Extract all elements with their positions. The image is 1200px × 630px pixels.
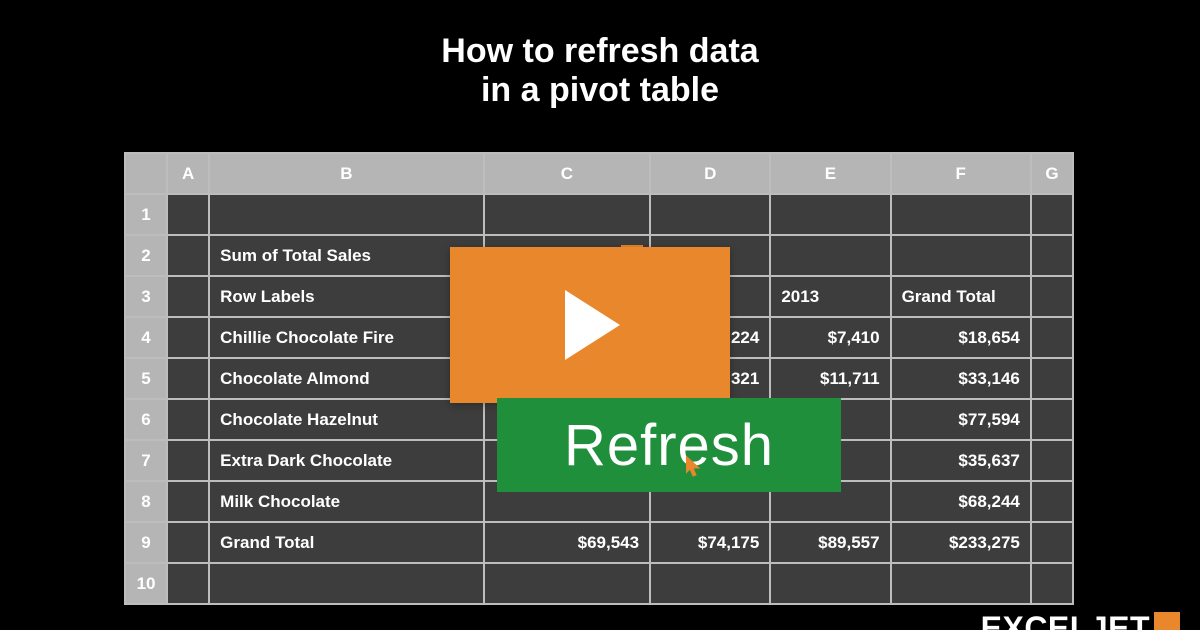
- cell[interactable]: [1031, 358, 1073, 399]
- product-label[interactable]: Extra Dark Chocolate: [209, 440, 484, 481]
- cell[interactable]: [1031, 481, 1073, 522]
- cell[interactable]: [209, 563, 484, 604]
- cell[interactable]: [891, 563, 1031, 604]
- cell[interactable]: [1031, 563, 1073, 604]
- value-cell[interactable]: $18,654: [891, 317, 1031, 358]
- row-header-9[interactable]: 9: [125, 522, 167, 563]
- cell[interactable]: [770, 235, 890, 276]
- brand-text: EXCELJET: [981, 612, 1150, 630]
- cell[interactable]: [484, 563, 650, 604]
- value-cell[interactable]: $35,637: [891, 440, 1031, 481]
- cell[interactable]: [167, 358, 209, 399]
- row-header-4[interactable]: 4: [125, 317, 167, 358]
- value-cell[interactable]: $33,146: [891, 358, 1031, 399]
- cell[interactable]: [1031, 194, 1073, 235]
- value-cell[interactable]: $11,711: [770, 358, 890, 399]
- value-cell[interactable]: $7,410: [770, 317, 890, 358]
- row-header-1[interactable]: 1: [125, 194, 167, 235]
- cell[interactable]: [650, 563, 770, 604]
- product-label[interactable]: Chocolate Almond: [209, 358, 484, 399]
- value-cell[interactable]: $68,244: [891, 481, 1031, 522]
- value-cell[interactable]: $89,557: [770, 522, 890, 563]
- sum-of-total-sales-label[interactable]: Sum of Total Sales: [209, 235, 484, 276]
- corner-cell[interactable]: [125, 153, 167, 194]
- refresh-badge-text: Refresh: [564, 412, 774, 479]
- product-label[interactable]: Chillie Chocolate Fire: [209, 317, 484, 358]
- col-header-G[interactable]: G: [1031, 153, 1073, 194]
- cell[interactable]: [167, 194, 209, 235]
- row-header-7[interactable]: 7: [125, 440, 167, 481]
- refresh-badge: Refresh: [497, 398, 841, 492]
- value-cell[interactable]: $233,275: [891, 522, 1031, 563]
- cell[interactable]: [167, 481, 209, 522]
- grand-total-row-label[interactable]: Grand Total: [209, 522, 484, 563]
- cell[interactable]: [770, 563, 890, 604]
- row-header-5[interactable]: 5: [125, 358, 167, 399]
- cell[interactable]: [1031, 440, 1073, 481]
- value-cell[interactable]: $69,543: [484, 522, 650, 563]
- cell[interactable]: [891, 194, 1031, 235]
- cell[interactable]: [1031, 317, 1073, 358]
- cell[interactable]: [167, 440, 209, 481]
- year-2013[interactable]: 2013: [770, 276, 890, 317]
- value-cell[interactable]: $74,175: [650, 522, 770, 563]
- product-label[interactable]: Chocolate Hazelnut: [209, 399, 484, 440]
- cell[interactable]: [209, 194, 484, 235]
- title-line-1: How to refresh data: [441, 32, 758, 70]
- table-row: 10: [125, 563, 1073, 604]
- row-labels-cell[interactable]: Row Labels: [209, 276, 484, 317]
- cell[interactable]: [167, 276, 209, 317]
- table-row: 9 Grand Total $69,543 $74,175 $89,557 $2…: [125, 522, 1073, 563]
- row-header-10[interactable]: 10: [125, 563, 167, 604]
- col-header-C[interactable]: C: [484, 153, 650, 194]
- cell[interactable]: [1031, 522, 1073, 563]
- brand-square-icon: [1154, 612, 1180, 630]
- cell[interactable]: [167, 317, 209, 358]
- play-button[interactable]: [450, 247, 730, 403]
- cell[interactable]: [1031, 399, 1073, 440]
- cell[interactable]: [891, 235, 1031, 276]
- col-header-A[interactable]: A: [167, 153, 209, 194]
- row-header-8[interactable]: 8: [125, 481, 167, 522]
- table-row: 1: [125, 194, 1073, 235]
- play-icon: [560, 290, 620, 360]
- row-header-3[interactable]: 3: [125, 276, 167, 317]
- col-header-F[interactable]: F: [891, 153, 1031, 194]
- col-header-D[interactable]: D: [650, 153, 770, 194]
- product-label[interactable]: Milk Chocolate: [209, 481, 484, 522]
- row-labels-text: Row Labels: [220, 287, 314, 306]
- title-line-2: in a pivot table: [481, 71, 719, 109]
- page-title: How to refresh data in a pivot table: [0, 0, 1200, 110]
- col-header-B[interactable]: B: [209, 153, 484, 194]
- grand-total-col-label[interactable]: Grand Total: [891, 276, 1031, 317]
- cell[interactable]: [167, 563, 209, 604]
- cell[interactable]: [484, 194, 650, 235]
- col-header-E[interactable]: E: [770, 153, 890, 194]
- cell[interactable]: [167, 522, 209, 563]
- value-cell[interactable]: $77,594: [891, 399, 1031, 440]
- cell[interactable]: [167, 235, 209, 276]
- cell[interactable]: [1031, 235, 1073, 276]
- cell[interactable]: [1031, 276, 1073, 317]
- row-header-6[interactable]: 6: [125, 399, 167, 440]
- cell[interactable]: [650, 194, 770, 235]
- cell[interactable]: [167, 399, 209, 440]
- row-header-2[interactable]: 2: [125, 235, 167, 276]
- cell[interactable]: [770, 194, 890, 235]
- brand-logo: EXCELJET: [981, 612, 1180, 630]
